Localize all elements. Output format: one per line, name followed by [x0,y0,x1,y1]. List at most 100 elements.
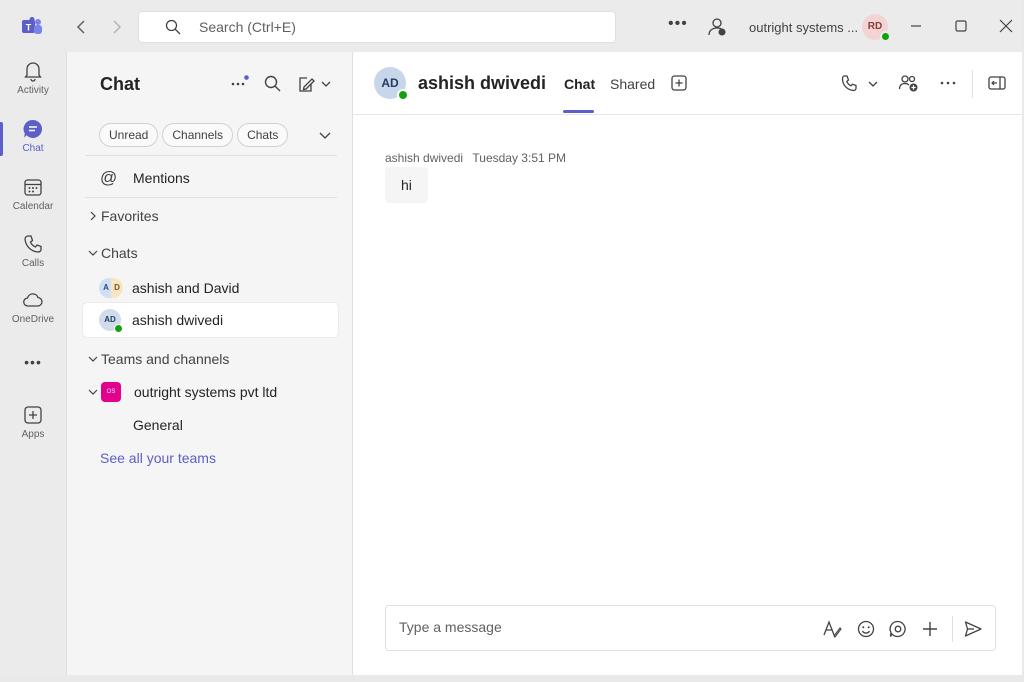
chat-list-pane: Chat Unread Channels Chats @ Mentions Fa… [66,52,353,675]
chevron-down-icon [88,250,98,256]
app-rail: Activity Chat Calendar Calls OneDrive ••… [0,52,66,675]
phone-icon [24,235,42,253]
divider [85,155,337,156]
chat-row-group[interactable]: A D ashish and David [83,271,338,305]
tab-chat[interactable]: Chat [564,76,595,92]
presence-available-icon [880,31,891,42]
message-sender: ashish dwivedi [385,151,464,165]
rail-item-apps[interactable]: Apps [0,404,66,454]
bell-icon [24,62,42,82]
filter-chats[interactable]: Chats [237,123,289,147]
divider [85,197,337,198]
plus-icon[interactable] [920,619,940,639]
call-dropdown-icon[interactable] [840,74,882,94]
more-options-icon[interactable] [938,73,958,93]
avatar-initial: D [111,278,123,298]
conversation-header: AD ashish dwivedi Chat Shared [353,52,1022,115]
close-icon[interactable] [994,14,1018,38]
team-tile: OS [101,382,121,402]
search-icon [165,19,181,35]
chevron-right-icon [90,211,96,221]
favorites-label: Favorites [101,208,159,224]
contact-name[interactable]: ashish dwivedi [418,73,546,94]
teams-logo-icon: T [22,17,42,34]
group-avatar: A D [99,278,123,298]
teams-label: Teams and channels [101,351,230,367]
chat-row-selected[interactable]: AD ashish dwivedi [83,303,338,337]
chevron-down-icon[interactable] [317,127,333,143]
rail-label-onedrive: OneDrive [11,314,55,325]
channel-general[interactable]: General [133,417,183,433]
more-options-icon[interactable]: ••• [668,15,688,33]
rail-label-chat: Chat [22,143,44,154]
chat-bubble-icon [23,119,43,138]
add-apps-icon [24,406,42,424]
rail-item-onedrive[interactable]: OneDrive [0,289,66,339]
loop-component-icon[interactable] [888,619,908,639]
emoji-icon[interactable] [856,619,876,639]
teams-window: T ••• outright systems ... RD Ac [0,0,1022,675]
avatar-initials: AD [381,76,399,90]
active-tab-indicator [563,110,594,113]
see-all-teams-link[interactable]: See all your teams [100,450,216,466]
compose-separator [952,616,953,642]
add-people-icon[interactable] [898,73,920,93]
section-favorites[interactable]: Favorites [87,208,159,224]
message-bubble[interactable]: hi [385,167,428,203]
pane-title: Chat [100,74,140,94]
header-separator [972,70,973,98]
minimize-icon[interactable] [904,14,928,38]
back-arrow-icon[interactable] [72,16,92,38]
calendar-icon [24,179,42,196]
message-meta: ashish dwivedi Tuesday 3:51 PM [385,151,566,165]
chevron-down-icon [88,356,98,362]
format-text-icon[interactable] [822,619,842,639]
rail-label-activity: Activity [17,85,49,96]
send-icon[interactable] [963,619,983,639]
search-box[interactable] [138,11,616,43]
avatar-initials: AD [104,315,116,324]
filter-channels[interactable]: Channels [162,123,234,147]
more-options-dot-icon[interactable] [229,74,249,94]
avatar: AD [99,309,123,333]
chat-name: ashish and David [132,280,240,296]
rail-item-calendar[interactable]: Calendar [0,176,66,226]
add-tab-icon[interactable] [669,73,689,93]
pop-out-panel-icon[interactable] [987,73,1007,93]
search-icon[interactable] [263,74,283,94]
new-chat-icon[interactable] [296,74,334,94]
rail-item-chat[interactable]: Chat [0,118,66,168]
user-initials: RD [867,21,883,32]
rail-item-activity[interactable]: Activity [0,60,66,110]
conversation-pane: AD ashish dwivedi Chat Shared ashish dwi… [353,52,1022,675]
rail-item-calls[interactable]: Calls [0,233,66,283]
at-icon: @ [100,168,118,187]
person-status-icon[interactable] [706,16,728,38]
search-input[interactable] [199,19,579,35]
chats-label: Chats [101,245,138,261]
maximize-icon[interactable] [949,14,973,38]
contact-avatar[interactable]: AD [374,67,409,101]
mentions-label: Mentions [133,170,190,186]
title-bar: T ••• outright systems ... RD [0,0,1022,52]
section-chats[interactable]: Chats [87,245,138,261]
presence-available-icon [397,89,409,101]
forward-arrow-icon[interactable] [106,16,126,38]
org-name[interactable]: outright systems ... [749,20,858,35]
cloud-icon [23,293,43,307]
team-name: outright systems pvt ltd [134,384,278,400]
section-teams[interactable]: Teams and channels [87,351,229,367]
chevron-down-icon [88,389,98,395]
filter-unread[interactable]: Unread [99,123,159,147]
message-time: Tuesday 3:51 PM [472,151,566,165]
chat-filters: Unread Channels Chats [99,123,289,147]
svg-text:T: T [26,23,32,33]
message-input[interactable] [399,619,799,635]
rail-label-calendar: Calendar [12,201,54,212]
compose-box[interactable] [385,605,996,651]
rail-more-apps-icon[interactable]: ••• [0,354,66,404]
tab-shared[interactable]: Shared [610,76,655,92]
team-item[interactable]: OS outright systems pvt ltd [87,382,277,402]
user-avatar[interactable]: RD [862,14,891,42]
mentions-item[interactable]: @ Mentions [100,168,190,188]
